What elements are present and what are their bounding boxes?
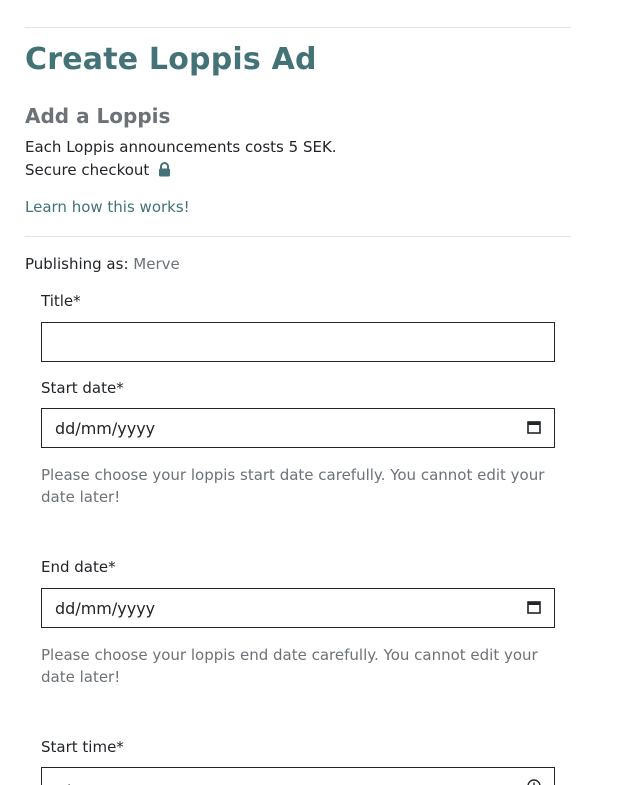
cost-info: Each Loppis announcements costs 5 SEK. (25, 138, 337, 156)
calendar-icon[interactable] (527, 599, 541, 618)
create-ad-page: Create Loppis Ad Add a Loppis Each Loppi… (0, 0, 625, 785)
start-time-label: Start time* (41, 738, 124, 756)
publishing-as-label: Publishing as: (25, 255, 129, 273)
publisher-name: Merve (133, 255, 180, 273)
start-date-input[interactable]: dd/mm/yyyy (41, 408, 555, 448)
top-divider (25, 27, 571, 28)
start-time-input[interactable]: --:-- (41, 767, 555, 785)
calendar-icon[interactable] (527, 419, 541, 438)
mid-divider (25, 236, 571, 237)
publishing-as: Publishing as: Merve (25, 255, 180, 273)
clock-icon[interactable] (527, 778, 541, 785)
start-date-label: Start date* (41, 379, 124, 397)
end-date-input[interactable]: dd/mm/yyyy (41, 588, 555, 628)
end-date-help: Please choose your loppis end date caref… (41, 646, 538, 686)
section-title: Add a Loppis (25, 104, 171, 128)
secure-checkout: Secure checkout (25, 161, 171, 181)
end-date-value: dd/mm/yyyy (55, 598, 156, 618)
start-date-value: dd/mm/yyyy (55, 418, 156, 438)
start-date-help: Please choose your loppis start date car… (41, 466, 545, 506)
secure-checkout-label: Secure checkout (25, 161, 150, 179)
title-label: Title* (41, 292, 81, 310)
end-date-label: End date* (41, 558, 116, 576)
page-title: Create Loppis Ad (25, 42, 317, 77)
start-time-value: --:-- (55, 778, 83, 785)
lock-icon (158, 162, 171, 181)
learn-how-link[interactable]: Learn how this works! (25, 198, 190, 216)
title-input[interactable] (41, 322, 555, 362)
